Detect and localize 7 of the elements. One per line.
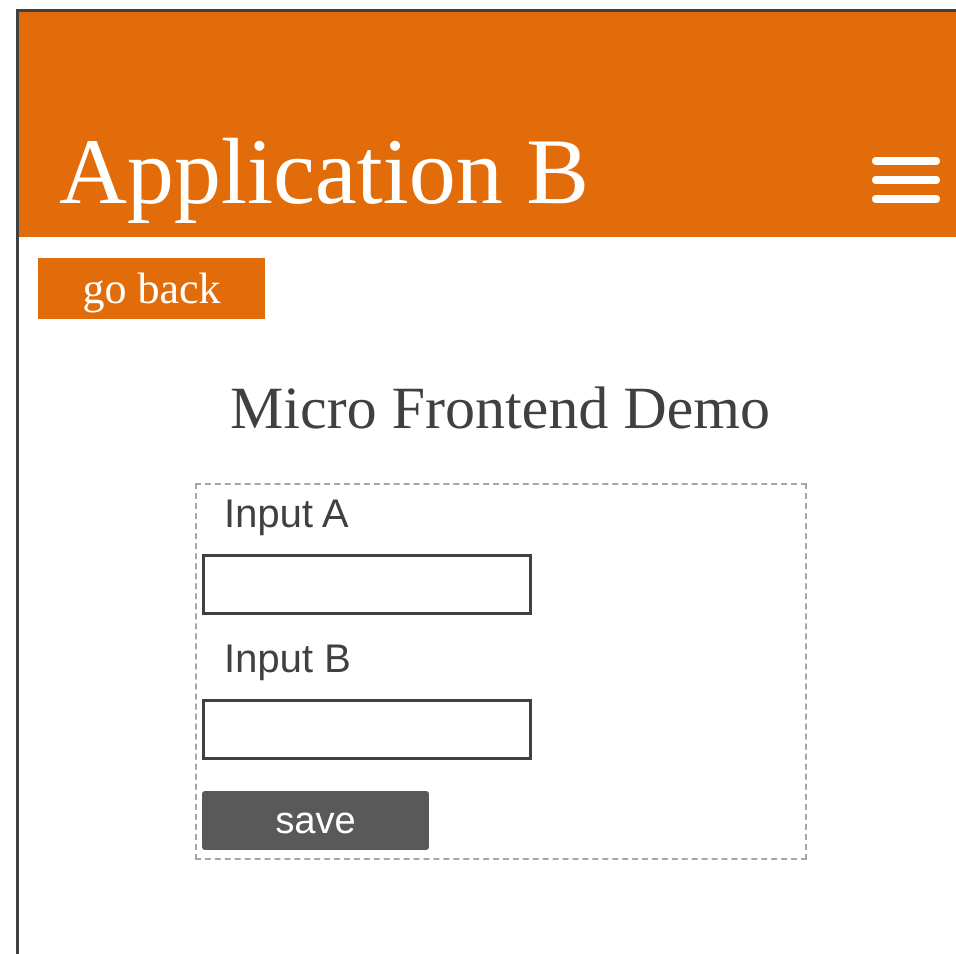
page-heading: Micro Frontend Demo — [229, 375, 771, 441]
menu-icon[interactable] — [872, 157, 940, 203]
input-field[interactable] — [202, 554, 532, 615]
save-button[interactable]: save — [202, 791, 429, 850]
input-field[interactable] — [202, 699, 532, 760]
field-label: Input A — [224, 491, 350, 538]
field-label: Input B — [224, 636, 352, 683]
